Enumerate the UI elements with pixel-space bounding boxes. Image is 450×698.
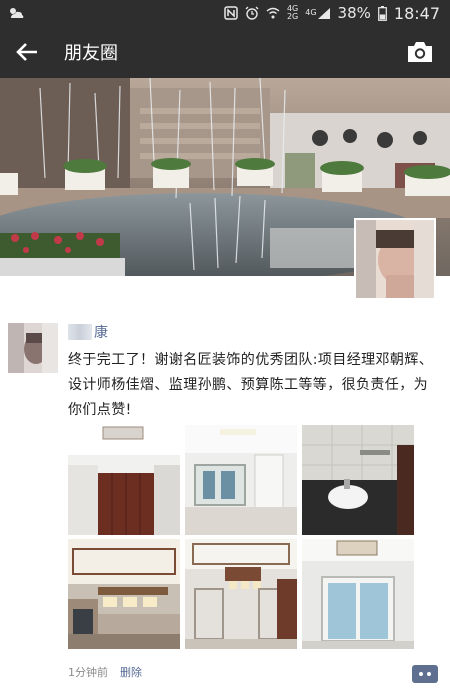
comment-dot: [419, 672, 423, 676]
post-timestamp: 1分钟前: [68, 666, 108, 679]
post-footer: 1分钟前 删除: [68, 664, 142, 680]
status-bar: 4G 2G 4G 38% 18:47: [0, 0, 450, 26]
photo-4[interactable]: [68, 539, 180, 649]
post-author-avatar[interactable]: [8, 323, 58, 373]
arrow-left-icon: [16, 43, 37, 61]
network-type-bottom: 2G: [286, 12, 299, 21]
photo-3[interactable]: [302, 425, 414, 535]
photo-6[interactable]: [302, 539, 414, 649]
comment-dot: [427, 672, 431, 676]
weather-icon: [8, 6, 24, 20]
post-text: 终于完工了！谢谢名匠装饰的优秀团队:项目经理邓朝辉、设计师杨佳熠、监理孙鹏、预算…: [68, 352, 434, 418]
nfc-icon: [224, 6, 238, 20]
comment-button[interactable]: [412, 665, 438, 683]
back-button[interactable]: [0, 26, 54, 78]
top-nav-bar: 朋友圈: [0, 26, 450, 78]
photo-1[interactable]: [68, 425, 180, 535]
photo-grid: [68, 425, 414, 649]
battery-percent: 38%: [337, 4, 371, 22]
blurred-name-part: [68, 324, 92, 340]
photo-5[interactable]: [185, 539, 297, 649]
camera-icon: [408, 42, 432, 62]
own-avatar[interactable]: [354, 218, 436, 300]
clock: 18:47: [393, 3, 440, 23]
signal-icon: [317, 7, 330, 19]
page-title: 朋友圈: [64, 43, 118, 64]
photo-2[interactable]: [185, 425, 297, 535]
post-author-name-suffix: 康: [94, 325, 108, 341]
delete-link[interactable]: 删除: [120, 664, 142, 680]
post-author-name[interactable]: 康: [68, 322, 108, 342]
network-type-label: 4G: [305, 8, 317, 17]
wifi-icon: [266, 7, 280, 19]
battery-icon: [377, 5, 387, 21]
camera-button[interactable]: [406, 40, 434, 64]
alarm-icon: [245, 6, 259, 20]
